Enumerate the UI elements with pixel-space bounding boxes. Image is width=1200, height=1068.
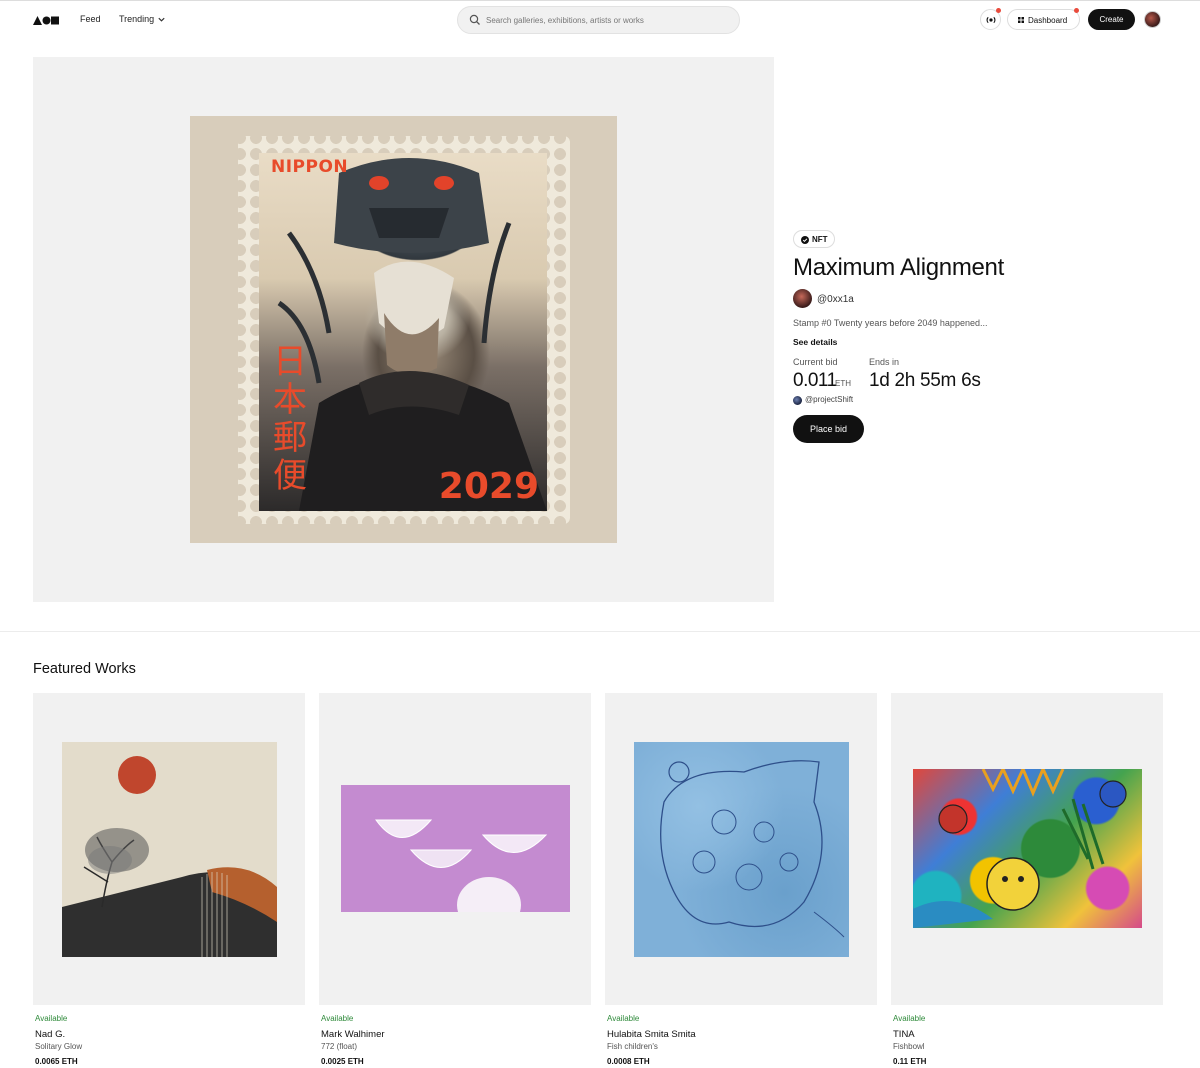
- stamp-illustration: NIPPON 日本郵便 2029: [259, 153, 547, 511]
- card-work-title: Fishbowl: [893, 1042, 925, 1051]
- current-bid-label: Current bid: [793, 357, 838, 367]
- chevron-down-icon[interactable]: [157, 15, 166, 24]
- live-broadcast-icon: [986, 16, 996, 24]
- artwork-thumbnail: [634, 742, 849, 957]
- artwork-thumbnail: [341, 785, 570, 912]
- availability-status: Available: [35, 1014, 68, 1023]
- see-details-link[interactable]: See details: [793, 337, 837, 347]
- featured-works-heading: Featured Works: [33, 661, 136, 677]
- artist-avatar[interactable]: [793, 289, 812, 308]
- artwork-title: Maximum Alignment: [793, 254, 1004, 281]
- card-price: 0.0025 ETH: [321, 1057, 364, 1066]
- card-artist-name[interactable]: Nad G.: [35, 1029, 65, 1040]
- countdown-timer: 1d 2h 55m 6s: [869, 370, 981, 391]
- search-input[interactable]: [486, 12, 726, 28]
- nav-trending-link[interactable]: Trending: [119, 14, 154, 24]
- verified-check-icon: [801, 236, 809, 244]
- stamp-year-text: 2029: [438, 466, 539, 507]
- place-bid-button[interactable]: Place bid: [793, 415, 864, 443]
- featured-work-image[interactable]: [605, 693, 877, 1005]
- availability-status: Available: [607, 1014, 640, 1023]
- card-price: 0.0008 ETH: [607, 1057, 650, 1066]
- notification-dot: [996, 8, 1001, 13]
- search-icon: [469, 14, 480, 25]
- create-button[interactable]: Create: [1088, 9, 1135, 30]
- featured-work-image[interactable]: [891, 693, 1163, 1005]
- stamp-title-text: NIPPON: [271, 157, 349, 177]
- stamp-kanji-text: 日本郵便: [273, 342, 307, 496]
- card-work-title: Solitary Glow: [35, 1042, 83, 1051]
- availability-status: Available: [893, 1014, 926, 1023]
- availability-status: Available: [321, 1014, 354, 1023]
- artwork-description: Stamp #0 Twenty years before 2049 happen…: [793, 318, 988, 328]
- card-work-title: Fish children's: [607, 1042, 658, 1051]
- artwork-thumbnail: [913, 769, 1142, 928]
- card-artist-name[interactable]: Hulabita Smita Smita: [607, 1029, 696, 1040]
- card-price: 0.0065 ETH: [35, 1057, 78, 1066]
- notification-dot: [1074, 8, 1079, 13]
- bidder-handle-link[interactable]: @projectShift: [805, 395, 853, 404]
- artist-handle-link[interactable]: @0xx1a: [817, 294, 854, 305]
- card-work-title: 772 (float): [321, 1042, 358, 1051]
- current-bid-value: 0.011: [793, 370, 837, 391]
- current-bid-unit: ETH: [835, 379, 851, 388]
- section-divider: [0, 631, 1200, 632]
- featured-work-image[interactable]: [33, 693, 305, 1005]
- site-logo[interactable]: [33, 15, 59, 25]
- live-button[interactable]: [980, 8, 1001, 30]
- search-bar[interactable]: [457, 6, 740, 34]
- hero-artwork-image[interactable]: NIPPON 日本郵便 2029: [190, 116, 617, 543]
- nav-feed-link[interactable]: Feed: [80, 14, 101, 24]
- grid-icon: [1018, 17, 1024, 23]
- card-artist-name[interactable]: TINA: [893, 1029, 915, 1040]
- hero-artwork-container: NIPPON 日本郵便 2029: [33, 57, 774, 602]
- card-price: 0.11 ETH: [893, 1057, 927, 1066]
- dashboard-button[interactable]: Dashboard: [1007, 8, 1080, 30]
- user-avatar[interactable]: [1144, 11, 1161, 28]
- bidder-avatar[interactable]: [793, 396, 802, 405]
- artwork-thumbnail: [62, 742, 277, 957]
- nft-badge: NFT: [793, 230, 835, 248]
- ends-in-label: Ends in: [869, 357, 900, 367]
- featured-work-image[interactable]: [319, 693, 591, 1005]
- nft-badge-label: NFT: [812, 235, 828, 244]
- top-navigation: Feed Trending Dashboard Create: [0, 0, 1200, 38]
- dashboard-label: Dashboard: [1028, 16, 1068, 25]
- card-artist-name[interactable]: Mark Walhimer: [321, 1029, 385, 1040]
